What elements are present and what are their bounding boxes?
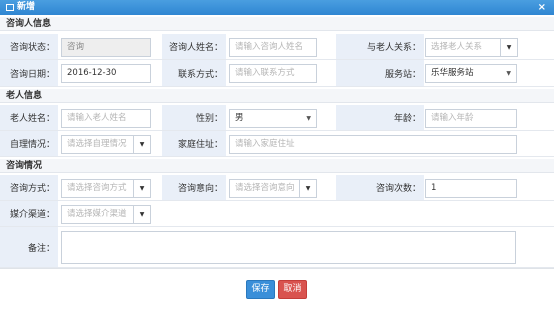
age-label: 年龄：	[336, 105, 424, 130]
chevron-down-icon[interactable]: ▼	[134, 179, 151, 198]
selfcare-label: 自理情况：	[0, 131, 58, 156]
consultant-name-input[interactable]: 请输入咨询人姓名	[229, 38, 317, 57]
remark-textarea[interactable]	[61, 231, 516, 264]
address-input[interactable]: 请输入家庭住址	[229, 135, 517, 154]
consultant-name-label: 咨询人姓名：	[162, 34, 226, 59]
status-label: 咨询状态：	[0, 34, 58, 59]
elder-name-input[interactable]: 请输入老人姓名	[61, 109, 151, 128]
selfcare-select[interactable]: 请选择自理情况 ▼	[61, 135, 151, 154]
elder-name-label: 老人姓名：	[0, 105, 58, 130]
channel-label: 媒介渠道：	[0, 201, 58, 226]
form-row-consultant-2: 咨询日期： 2016-12-30 联系方式： 请输入联系方式 服务站： 乐华服务…	[0, 60, 554, 87]
method-label: 咨询方式：	[0, 175, 58, 200]
form-row-elder-2: 自理情况： 请选择自理情况 ▼ 家庭住址： 请输入家庭住址	[0, 131, 554, 157]
save-button[interactable]: 保存	[246, 280, 275, 299]
intent-select[interactable]: 请选择咨询意向 ▼	[229, 179, 317, 198]
chevron-down-icon[interactable]: ▼	[501, 38, 518, 57]
station-select[interactable]: 乐华服务站 ▼	[425, 64, 517, 83]
channel-select[interactable]: 请选择媒介渠道 ▼	[61, 205, 151, 224]
form-row-elder-1: 老人姓名： 请输入老人姓名 性别： 男 ▼ 年龄： 请输入年龄	[0, 105, 554, 131]
method-select[interactable]: 请选择咨询方式 ▼	[61, 179, 151, 198]
form-row-consultant-1: 咨询状态： 咨询 咨询人姓名： 请输入咨询人姓名 与老人关系： 选择老人关系 ▼	[0, 34, 554, 60]
relation-label: 与老人关系：	[336, 34, 424, 59]
chevron-down-icon: ▼	[506, 70, 511, 77]
dialog-footer: 保存 取消	[0, 268, 554, 315]
section-elder-info: 老人信息	[0, 89, 554, 103]
date-label: 咨询日期：	[0, 60, 58, 86]
chevron-down-icon[interactable]: ▼	[134, 135, 151, 154]
contact-input[interactable]: 请输入联系方式	[229, 64, 317, 83]
chevron-down-icon[interactable]: ▼	[300, 179, 317, 198]
form-row-consultation-2: 媒介渠道： 请选择媒介渠道 ▼	[0, 201, 554, 227]
selfcare-select-text[interactable]: 请选择自理情况	[61, 135, 134, 154]
dialog-title-bar: 新增 ×	[0, 0, 554, 15]
form-row-remark: 备注：	[0, 227, 554, 268]
gender-select[interactable]: 男 ▼	[229, 109, 317, 128]
relation-select-text[interactable]: 选择老人关系	[425, 38, 501, 57]
channel-select-text[interactable]: 请选择媒介渠道	[61, 205, 134, 224]
remark-label: 备注：	[0, 227, 58, 267]
method-select-text[interactable]: 请选择咨询方式	[61, 179, 134, 198]
age-input[interactable]: 请输入年龄	[425, 109, 517, 128]
date-input[interactable]: 2016-12-30	[61, 64, 151, 83]
cancel-button[interactable]: 取消	[278, 280, 307, 299]
count-input[interactable]: 1	[425, 179, 517, 198]
address-label: 家庭住址：	[162, 131, 226, 156]
intent-select-text[interactable]: 请选择咨询意向	[229, 179, 300, 198]
chevron-down-icon: ▼	[306, 115, 311, 122]
section-consultant-info: 咨询人信息	[0, 17, 554, 31]
form-icon	[6, 4, 14, 11]
form-row-consultation-1: 咨询方式： 请选择咨询方式 ▼ 咨询意向： 请选择咨询意向 ▼ 咨询次数： 1	[0, 175, 554, 201]
chevron-down-icon[interactable]: ▼	[134, 205, 151, 224]
intent-label: 咨询意向：	[162, 175, 226, 200]
dialog-title: 新增	[17, 2, 36, 12]
section-consultation: 咨询情况	[0, 159, 554, 173]
status-field: 咨询	[61, 38, 151, 57]
gender-label: 性别：	[162, 105, 226, 130]
station-select-value: 乐华服务站	[431, 68, 474, 78]
relation-select[interactable]: 选择老人关系 ▼	[425, 38, 518, 57]
gender-select-value: 男	[235, 113, 244, 123]
close-icon[interactable]: ×	[538, 0, 546, 15]
contact-label: 联系方式：	[162, 60, 226, 86]
count-label: 咨询次数：	[336, 175, 424, 200]
station-label: 服务站：	[336, 60, 424, 86]
